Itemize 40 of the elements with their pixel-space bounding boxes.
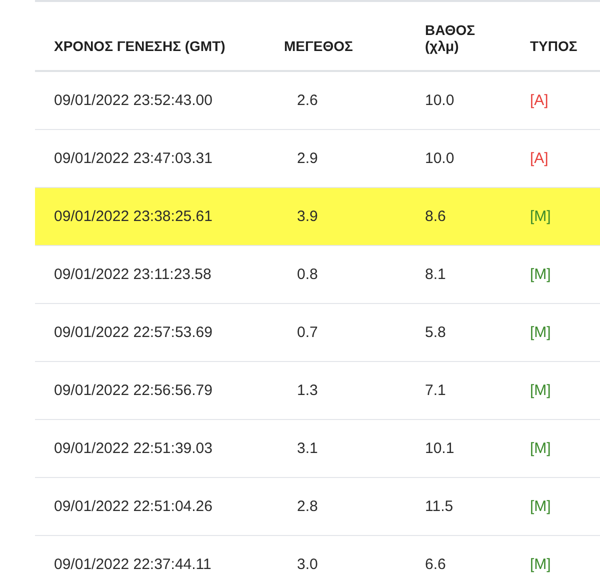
magnitude-cell: 2.8 bbox=[297, 498, 318, 515]
time-cell: 09/01/2022 23:38:25.61 bbox=[54, 208, 212, 225]
type-cell: [M] bbox=[530, 266, 551, 283]
depth-cell: 5.8 bbox=[425, 324, 446, 341]
time-cell: 09/01/2022 22:51:39.03 bbox=[54, 440, 212, 457]
time-cell: 09/01/2022 22:37:44.11 bbox=[54, 556, 212, 573]
type-cell: [M] bbox=[530, 498, 551, 515]
magnitude-cell: 3.1 bbox=[297, 440, 318, 457]
depth-cell: 8.1 bbox=[425, 266, 446, 283]
depth-cell: 10.0 bbox=[425, 92, 454, 109]
depth-cell: 10.0 bbox=[425, 150, 454, 167]
column-header: ΜΕΓΕΘΟΣ bbox=[284, 38, 353, 54]
column-header: ΒΑΘΟΣ (χλμ) bbox=[425, 22, 476, 54]
time-cell: 09/01/2022 22:51:04.26 bbox=[54, 498, 212, 515]
magnitude-cell: 2.6 bbox=[297, 92, 318, 109]
time-cell: 09/01/2022 23:52:43.00 bbox=[54, 92, 212, 109]
depth-cell: 6.6 bbox=[425, 556, 446, 573]
depth-cell: 7.1 bbox=[425, 382, 446, 399]
magnitude-cell: 3.9 bbox=[297, 208, 318, 225]
type-cell: [A] bbox=[530, 92, 548, 109]
type-cell: [A] bbox=[530, 150, 548, 167]
magnitude-cell: 0.7 bbox=[297, 324, 318, 341]
type-cell: [M] bbox=[530, 440, 551, 457]
depth-cell: 10.1 bbox=[425, 440, 454, 457]
type-cell: [M] bbox=[530, 556, 551, 573]
type-cell: [M] bbox=[530, 208, 551, 225]
time-cell: 09/01/2022 23:11:23.58 bbox=[54, 266, 212, 283]
magnitude-cell: 2.9 bbox=[297, 150, 318, 167]
column-header: ΧΡΟΝΟΣ ΓΕΝΕΣΗΣ (GMT) bbox=[54, 38, 226, 54]
time-cell: 09/01/2022 22:56:56.79 bbox=[54, 382, 212, 399]
magnitude-cell: 0.8 bbox=[297, 266, 318, 283]
time-cell: 09/01/2022 23:47:03.31 bbox=[54, 150, 212, 167]
time-cell: 09/01/2022 22:57:53.69 bbox=[54, 324, 212, 341]
type-cell: [M] bbox=[530, 382, 551, 399]
column-header: ΤΥΠΟΣ bbox=[530, 38, 578, 54]
magnitude-cell: 1.3 bbox=[297, 382, 318, 399]
magnitude-cell: 3.0 bbox=[297, 556, 318, 573]
type-cell: [M] bbox=[530, 324, 551, 341]
depth-cell: 8.6 bbox=[425, 208, 446, 225]
depth-cell: 11.5 bbox=[425, 498, 454, 515]
